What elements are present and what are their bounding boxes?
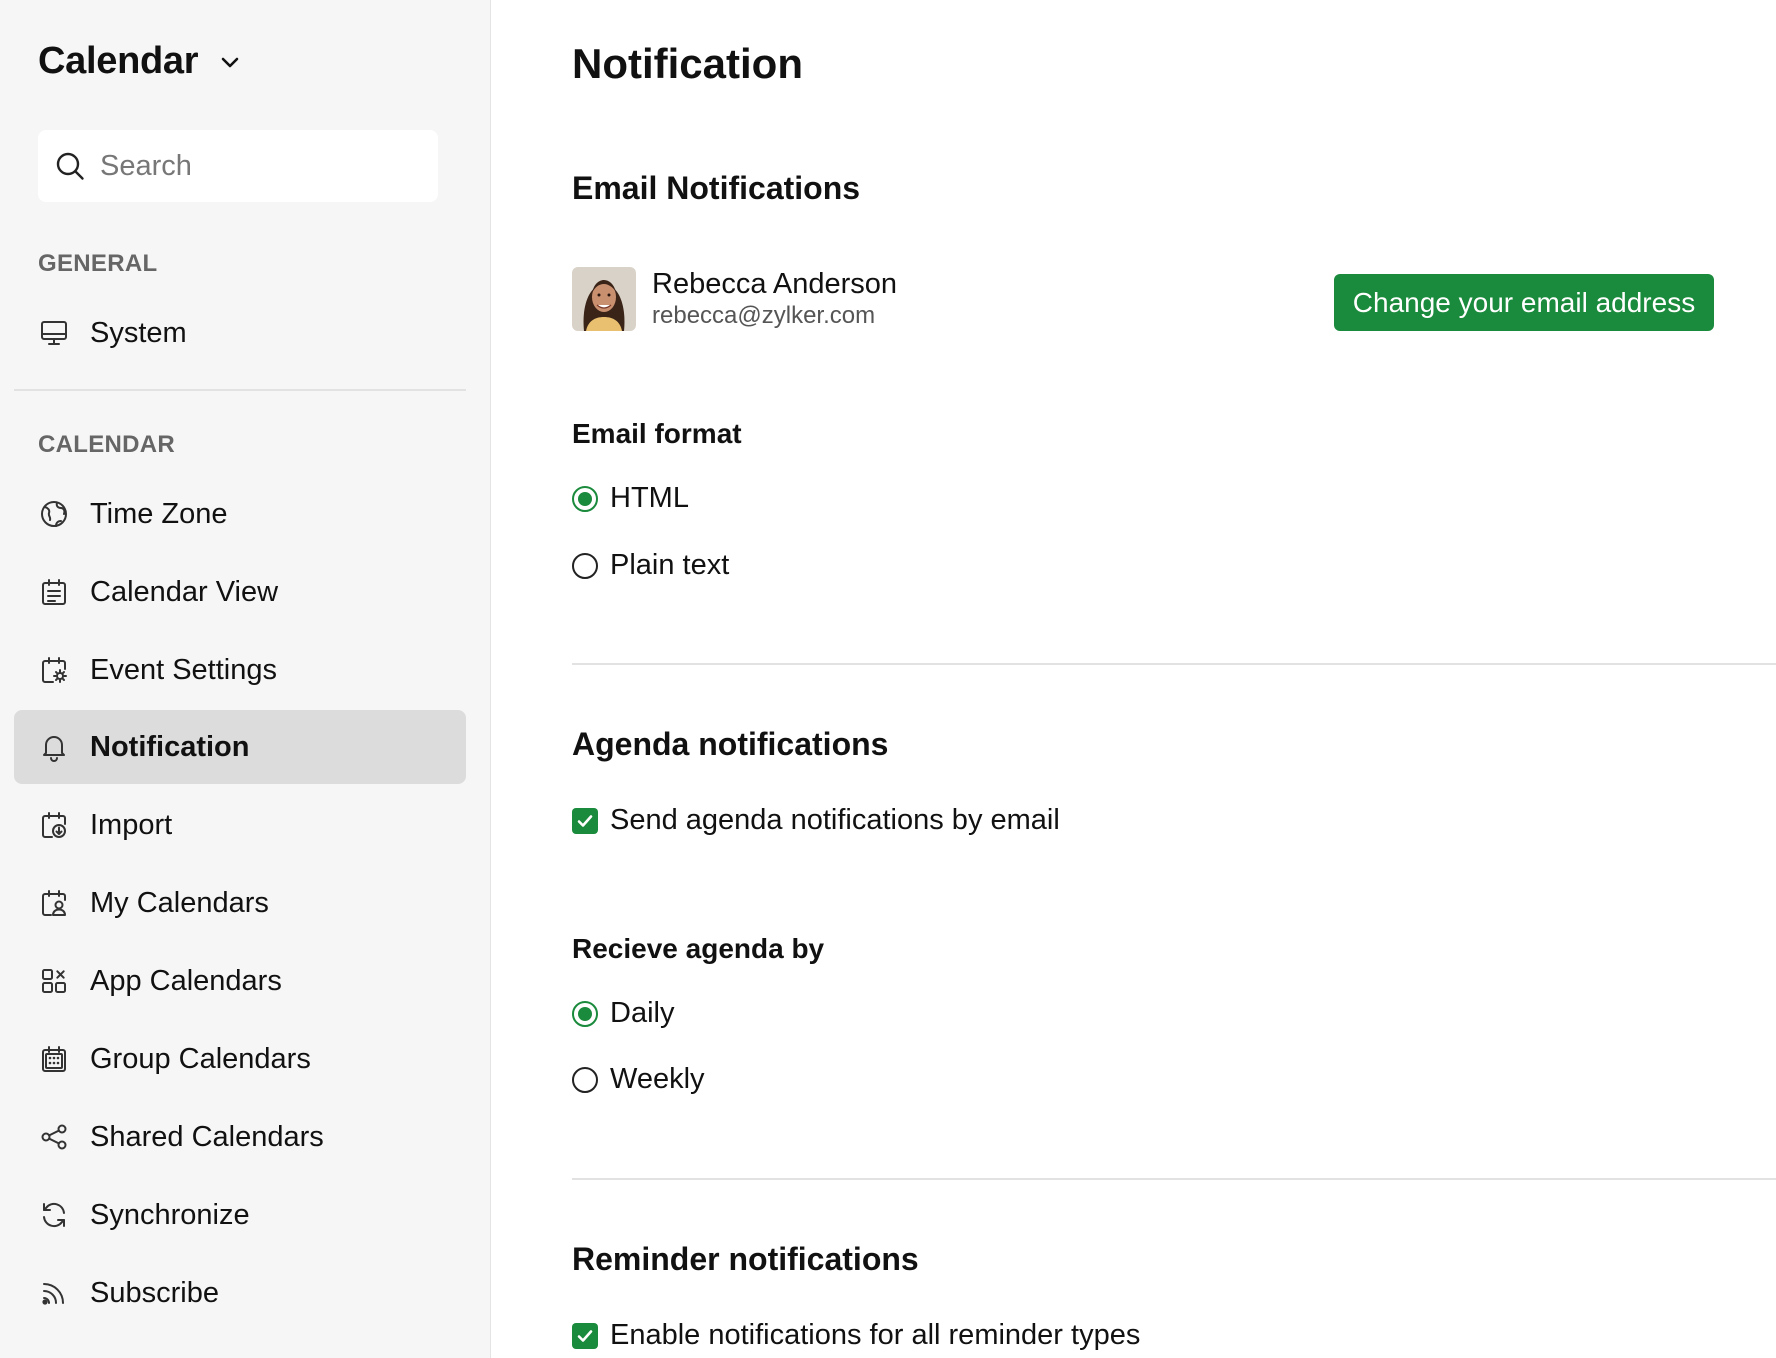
checkbox-label: Send agenda notifications by email <box>610 804 1060 836</box>
agenda-notifications-heading: Agenda notifications <box>572 726 889 762</box>
receive-agenda-label: Recieve agenda by <box>572 933 825 964</box>
user-name: Rebecca Anderson <box>652 268 898 300</box>
calendar-user-icon <box>38 887 70 919</box>
app-switcher[interactable]: Calendar <box>38 40 242 83</box>
section-divider <box>572 1178 1776 1180</box>
sidebar-item-app-calendars[interactable]: App Calendars <box>14 944 466 1018</box>
sidebar-item-subscribe[interactable]: Subscribe <box>14 1256 466 1330</box>
sidebar-item-label: Shared Calendars <box>90 1120 324 1153</box>
checkbox-label: Enable notifications for all reminder ty… <box>610 1319 1141 1351</box>
checkbox-checked[interactable] <box>572 807 598 834</box>
sidebar-item-notification[interactable]: Notification <box>14 710 466 784</box>
checkbox-send-agenda[interactable]: Send agenda notifications by email <box>572 804 1060 837</box>
user-email: rebecca@zylker.com <box>652 302 876 329</box>
search-input[interactable] <box>98 148 418 184</box>
sidebar-item-system[interactable]: System <box>14 296 466 370</box>
sidebar-item-label: Calendar View <box>90 575 279 608</box>
search-icon <box>54 150 86 182</box>
sidebar: Calendar GENERAL System CALENDAR Time Zo… <box>0 0 491 1358</box>
radio-option-html[interactable]: HTML <box>572 482 689 515</box>
sync-icon <box>38 1199 70 1231</box>
sidebar-item-label: System <box>90 316 187 349</box>
radio-label: HTML <box>610 482 689 514</box>
share-icon <box>38 1121 70 1153</box>
monitor-icon <box>38 317 70 349</box>
radio-label: Weekly <box>610 1063 705 1095</box>
app-title: Calendar <box>38 40 199 82</box>
calendar-import-icon <box>38 809 70 841</box>
radio-option-plain-text[interactable]: Plain text <box>572 549 729 582</box>
reminder-notifications-heading: Reminder notifications <box>572 1241 919 1277</box>
main-content: Notification Email Notifications Rebecca… <box>491 0 1776 1358</box>
sidebar-item-time-zone[interactable]: Time Zone <box>14 477 466 551</box>
radio-label: Plain text <box>610 549 730 581</box>
check-icon <box>577 814 593 827</box>
radio-option-weekly[interactable]: Weekly <box>572 1063 705 1096</box>
radio-button[interactable] <box>572 1000 598 1027</box>
user-row: Rebecca Anderson rebecca@zylker.com <box>572 267 897 331</box>
radio-button[interactable] <box>572 485 598 512</box>
user-info: Rebecca Anderson rebecca@zylker.com <box>652 267 897 331</box>
sidebar-item-label: Import <box>90 808 173 841</box>
checkbox-enable-reminders[interactable]: Enable notifications for all reminder ty… <box>572 1319 1140 1352</box>
radio-button[interactable] <box>572 1066 598 1093</box>
sidebar-item-shared-calendars[interactable]: Shared Calendars <box>14 1100 466 1174</box>
sidebar-item-import[interactable]: Import <box>14 788 466 862</box>
sidebar-item-label: Time Zone <box>90 497 228 530</box>
sidebar-item-group-calendars[interactable]: Group Calendars <box>14 1022 466 1096</box>
email-format-label: Email format <box>572 418 742 449</box>
sidebar-item-label: Event Settings <box>90 653 277 686</box>
sidebar-item-label: Notification <box>90 730 250 763</box>
change-email-button[interactable]: Change your email address <box>1334 274 1714 331</box>
sidebar-item-event-settings[interactable]: Event Settings <box>14 633 466 707</box>
calendar-view-icon <box>38 576 70 608</box>
globe-icon <box>38 498 70 530</box>
sidebar-item-my-calendars[interactable]: My Calendars <box>14 866 466 940</box>
sidebar-item-label: Synchronize <box>90 1198 250 1231</box>
sidebar-item-calendar-view[interactable]: Calendar View <box>14 555 466 629</box>
sidebar-item-label: App Calendars <box>90 964 282 997</box>
section-title-general: GENERAL <box>38 250 158 277</box>
sidebar-item-label: My Calendars <box>90 886 269 919</box>
avatar <box>572 267 636 331</box>
sidebar-item-label: Group Calendars <box>90 1042 311 1075</box>
checkbox-checked[interactable] <box>572 1322 598 1349</box>
calendar-gear-icon <box>38 654 70 686</box>
radio-button[interactable] <box>572 552 598 579</box>
section-divider <box>572 663 1776 665</box>
chevron-down-icon <box>218 50 242 74</box>
section-title-calendar: CALENDAR <box>38 431 176 458</box>
calendar-grid-icon <box>38 1043 70 1075</box>
bell-icon <box>38 731 70 763</box>
page-title: Notification <box>572 40 803 87</box>
radio-label: Daily <box>610 997 675 1029</box>
rss-icon <box>38 1277 70 1309</box>
email-notifications-heading: Email Notifications <box>572 170 861 206</box>
check-icon <box>577 1329 593 1342</box>
sidebar-item-synchronize[interactable]: Synchronize <box>14 1178 466 1252</box>
search-box <box>38 130 438 202</box>
sidebar-item-label: Subscribe <box>90 1276 219 1309</box>
radio-option-daily[interactable]: Daily <box>572 997 674 1030</box>
apps-grid-icon <box>38 965 70 997</box>
sidebar-divider <box>14 389 466 391</box>
